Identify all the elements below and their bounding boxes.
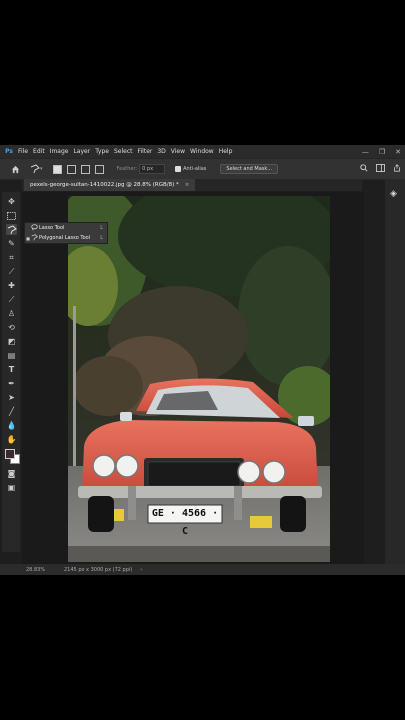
flyout-item-shortcut: L [100,235,103,241]
feather-input[interactable]: 0 px [139,164,166,174]
status-arrow-icon[interactable]: › [140,567,142,573]
flyout-item-shortcut: L [100,225,103,231]
menu-image[interactable]: Image [50,148,69,155]
gradient-tool-icon[interactable]: ▤ [6,350,17,361]
menu-window[interactable]: Window [190,148,214,155]
right-panel-strip: ◈ [385,179,405,575]
maximize-button[interactable]: ❐ [379,148,385,156]
menu-filter[interactable]: Filter [138,148,153,155]
flyout-item-polygonal-lasso[interactable]: ■ Polygonal Lasso Tool L [25,233,107,243]
type-tool-icon[interactable]: T [6,364,17,375]
healing-brush-tool-icon[interactable]: ✚ [6,280,17,291]
photo-canvas[interactable]: GE · 4566 · C [68,196,330,562]
zoom-level[interactable]: 28.83% [26,567,56,573]
document-info: 2145 px x 3000 px (72 ppi) [64,566,133,573]
status-bar: 28.83% 2145 px x 3000 px (72 ppi) › [0,564,405,575]
menu-3d[interactable]: 3D [157,148,165,155]
menu-bar: Ps File Edit Image Layer Type Select Fil… [0,145,405,158]
intersect-selection-button[interactable] [94,164,104,174]
select-and-mask-button[interactable]: Select and Mask... [220,164,279,174]
quick-mask-icon[interactable]: ◙ [6,468,17,479]
eyedropper-tool-icon[interactable]: ⟋ [6,266,17,277]
eraser-tool-icon[interactable]: ◩ [6,336,17,347]
window-controls: — ❐ ✕ [362,145,401,158]
menu-edit[interactable]: Edit [33,148,45,155]
menu-type[interactable]: Type [95,148,109,155]
quick-select-tool-icon[interactable]: ✎ [6,238,17,249]
flyout-item-label: Polygonal Lasso Tool [39,235,91,241]
foreground-color-swatch[interactable] [5,449,15,459]
document-tab[interactable]: pexels-george-sultan-1410022.jpg @ 28.8%… [24,179,196,191]
document-tab-bar: pexels-george-sultan-1410022.jpg @ 28.8%… [22,179,362,191]
layers-icon[interactable]: ◈ [390,189,397,199]
polygonal-lasso-icon[interactable] [30,164,40,174]
workspace-icon[interactable] [376,164,385,174]
feather-label: Feather: [116,166,138,172]
anti-alias-label: Anti-alias [183,166,207,172]
brush-tool-icon[interactable]: ⟋ [6,294,17,305]
menu-file[interactable]: File [18,148,28,155]
flyout-item-lasso[interactable]: Lasso Tool L [25,223,107,233]
crop-tool-icon[interactable]: ⌗ [6,252,17,263]
path-selection-tool-icon[interactable]: ➤ [6,392,17,403]
lasso-tool-flyout: Lasso Tool L ■ Polygonal Lasso Tool L [24,222,108,244]
clone-stamp-tool-icon[interactable]: ♙ [6,308,17,319]
screen-mode-icon[interactable]: ▣ [6,482,17,493]
flyout-item-label: Lasso Tool [39,225,65,231]
license-plate-text: GE · 4566 · C [151,508,219,537]
tool-preset-chevron-icon[interactable]: ▾ [40,166,43,172]
menu-select[interactable]: Select [114,148,133,155]
home-icon[interactable] [10,164,20,174]
anti-alias-checkbox[interactable] [175,166,182,172]
hand-tool-icon[interactable]: ✋ [6,434,17,445]
options-right-icons [360,159,401,179]
share-icon[interactable] [393,164,401,174]
subtract-from-selection-button[interactable] [80,164,90,174]
menu-layer[interactable]: Layer [73,148,90,155]
ps-logo: Ps [5,148,13,155]
line-tool-icon[interactable]: ╱ [6,406,17,417]
add-to-selection-button[interactable] [66,164,76,174]
lasso-tool-icon[interactable] [6,224,17,235]
blur-tool-icon[interactable]: 💧 [6,420,17,431]
tab-close-icon[interactable]: × [185,182,190,188]
history-brush-tool-icon[interactable]: ⟲ [6,322,17,333]
document-tab-title: pexels-george-sultan-1410022.jpg @ 28.8%… [30,182,179,188]
move-tool-icon[interactable]: ✥ [6,196,17,207]
menu-view[interactable]: View [171,148,185,155]
lasso-icon [31,223,39,233]
menu-help[interactable]: Help [219,148,233,155]
marquee-tool-icon[interactable] [6,210,17,221]
search-icon[interactable] [360,164,368,174]
minimize-button[interactable]: — [362,148,369,156]
tools-panel: ✥ ✎ ⌗ ⟋ ✚ ⟋ ♙ ⟲ ◩ ▤ T ✒ ➤ ╱ 💧 ✋ ◙ ▣ [2,192,20,552]
close-button[interactable]: ✕ [395,148,401,156]
options-bar: ▾ Feather: 0 px Anti-alias Select and Ma… [0,158,405,180]
polygonal-lasso-icon [31,233,39,243]
new-selection-button[interactable] [52,164,62,174]
pen-tool-icon[interactable]: ✒ [6,378,17,389]
